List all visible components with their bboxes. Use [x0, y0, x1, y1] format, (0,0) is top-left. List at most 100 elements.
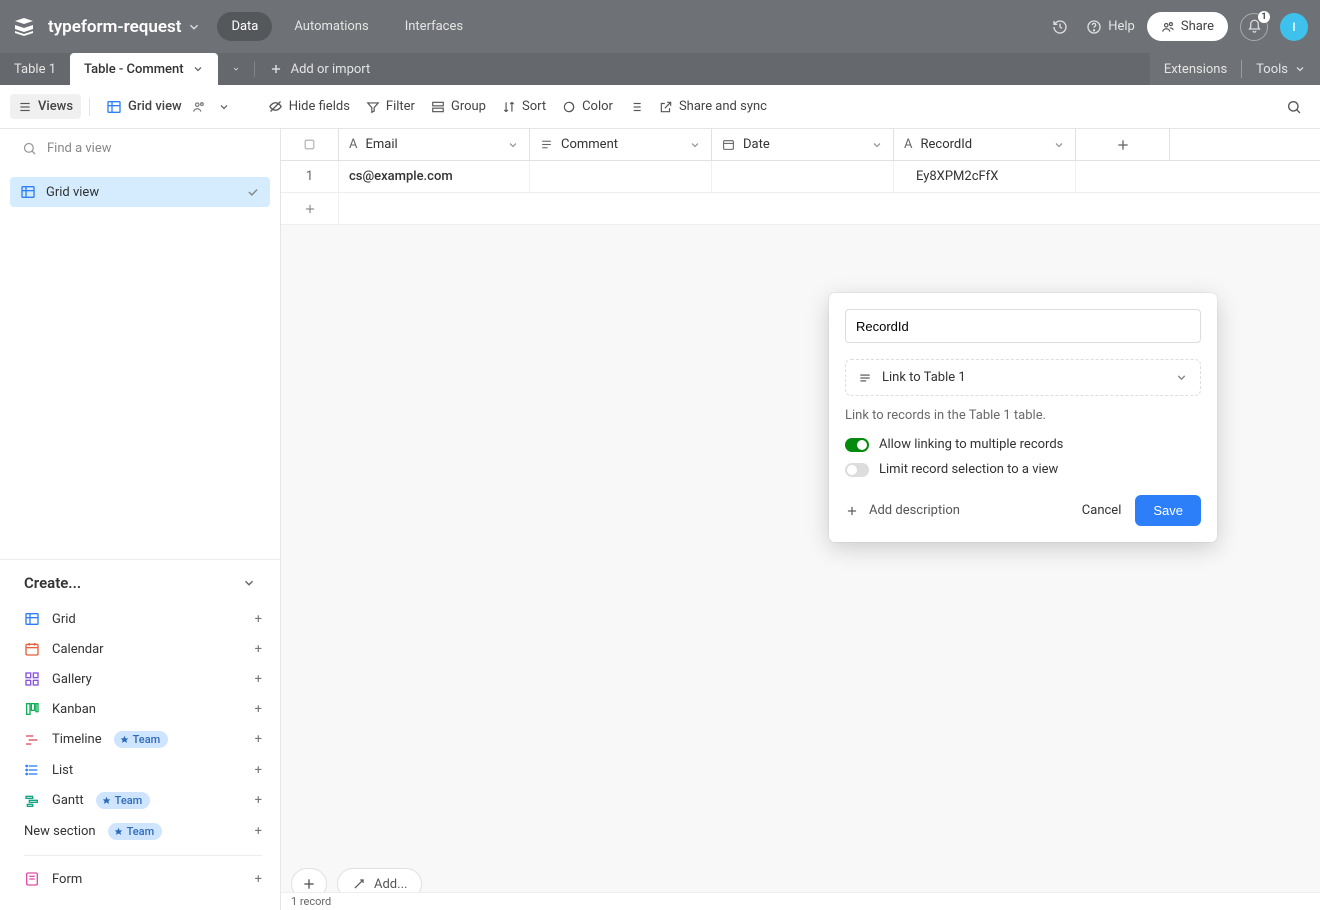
- row-height-button[interactable]: [621, 95, 651, 119]
- chevron-down-icon[interactable]: [871, 139, 883, 151]
- chevron-down-icon: [1175, 371, 1188, 384]
- add-column-button[interactable]: [1076, 129, 1170, 160]
- field-type-select[interactable]: Link to Table 1: [845, 359, 1201, 396]
- kanban-icon: [24, 701, 40, 717]
- gantt-icon: [24, 793, 40, 809]
- select-all-checkbox[interactable]: [281, 129, 339, 160]
- create-calendar[interactable]: Calendar +: [22, 634, 264, 664]
- timeline-icon: [24, 732, 40, 748]
- team-badge: Team: [96, 792, 151, 809]
- field-name-input[interactable]: [845, 309, 1201, 343]
- grid-area: A Email Comment Date A RecordId: [281, 129, 1320, 910]
- link-icon: [858, 371, 872, 385]
- nav-data[interactable]: Data: [217, 12, 272, 41]
- calendar-icon: [24, 641, 40, 657]
- sort-button[interactable]: Sort: [494, 94, 554, 119]
- color-button[interactable]: Color: [554, 94, 621, 119]
- plus-icon: [281, 193, 339, 224]
- base-name-chevron-icon[interactable]: [187, 20, 201, 34]
- column-header-recordid[interactable]: A RecordId: [894, 129, 1076, 160]
- create-gantt[interactable]: Gantt Team +: [22, 785, 264, 816]
- chevron-down-icon: [242, 576, 256, 590]
- chevron-down-icon[interactable]: [192, 63, 204, 75]
- help-button[interactable]: Help: [1086, 19, 1135, 35]
- field-hint: Link to records in the Table 1 table.: [845, 408, 1201, 423]
- base-name[interactable]: typeform-request: [48, 17, 181, 37]
- plus-icon[interactable]: +: [255, 732, 262, 747]
- table-tab-more[interactable]: [218, 53, 254, 85]
- cell-comment[interactable]: [530, 161, 712, 192]
- view-item-grid-view[interactable]: Grid view: [10, 177, 270, 207]
- grid-icon: [106, 99, 122, 115]
- plus-icon[interactable]: +: [255, 872, 262, 887]
- tools-button[interactable]: Tools: [1242, 62, 1320, 77]
- cell-recordid[interactable]: Ey8XPM2cFfX: [894, 161, 1076, 192]
- longtext-field-icon: [540, 138, 553, 151]
- find-view-input[interactable]: Find a view: [0, 129, 280, 169]
- cell-date[interactable]: [712, 161, 894, 192]
- create-section-header[interactable]: Create...: [0, 559, 280, 600]
- avatar[interactable]: I: [1280, 13, 1308, 41]
- column-header-date[interactable]: Date: [712, 129, 894, 160]
- create-grid[interactable]: Grid +: [22, 604, 264, 634]
- toggle-switch[interactable]: [845, 463, 869, 477]
- plus-icon[interactable]: +: [255, 763, 262, 778]
- plus-icon[interactable]: +: [255, 824, 262, 839]
- table-row[interactable]: 1 cs@example.com Ey8XPM2cFfX: [281, 161, 1320, 193]
- top-right: Help Share 1 I: [1046, 12, 1308, 41]
- chevron-down-icon[interactable]: [1053, 139, 1065, 151]
- share-button[interactable]: Share: [1147, 12, 1228, 41]
- create-list[interactable]: List +: [22, 755, 264, 785]
- create-new-section[interactable]: New section Team +: [22, 816, 264, 847]
- table-tab-comment[interactable]: Table - Comment: [70, 53, 218, 85]
- add-row[interactable]: [281, 193, 1320, 225]
- toggle-switch[interactable]: [845, 438, 869, 452]
- chevron-down-icon[interactable]: [689, 139, 701, 151]
- table-tab-table1[interactable]: Table 1: [0, 53, 70, 85]
- current-view-button[interactable]: Grid view: [98, 94, 238, 120]
- views-button[interactable]: Views: [10, 94, 81, 119]
- grid-header-row: A Email Comment Date A RecordId: [281, 129, 1320, 161]
- form-icon: [24, 871, 40, 887]
- search-icon: [22, 141, 37, 156]
- text-field-icon: A: [349, 137, 357, 152]
- cancel-button[interactable]: Cancel: [1068, 495, 1136, 526]
- gallery-icon: [24, 671, 40, 687]
- add-description-button[interactable]: Add description: [845, 503, 960, 518]
- history-icon[interactable]: [1046, 13, 1074, 41]
- group-button[interactable]: Group: [423, 94, 494, 119]
- grid-icon: [20, 184, 36, 200]
- team-badge: Team: [108, 823, 163, 840]
- top-nav: Data Automations Interfaces: [217, 12, 477, 41]
- airtable-logo-icon: [12, 15, 36, 39]
- grid-icon: [24, 611, 40, 627]
- plus-icon[interactable]: +: [255, 672, 262, 687]
- plus-icon[interactable]: +: [255, 793, 262, 808]
- create-kanban[interactable]: Kanban +: [22, 694, 264, 724]
- column-header-comment[interactable]: Comment: [530, 129, 712, 160]
- add-or-import-button[interactable]: Add or import: [255, 53, 385, 85]
- create-timeline[interactable]: Timeline Team +: [22, 724, 264, 755]
- nav-interfaces[interactable]: Interfaces: [391, 12, 477, 41]
- plus-icon[interactable]: +: [255, 642, 262, 657]
- chevron-down-icon[interactable]: [507, 139, 519, 151]
- extensions-button[interactable]: Extensions: [1150, 62, 1241, 77]
- search-button[interactable]: [1278, 94, 1310, 120]
- plus-icon[interactable]: +: [255, 702, 262, 717]
- toggle-allow-multi[interactable]: Allow linking to multiple records: [845, 437, 1201, 452]
- hide-fields-button[interactable]: Hide fields: [260, 94, 358, 119]
- column-header-email[interactable]: A Email: [339, 129, 530, 160]
- notifications-button[interactable]: 1: [1240, 13, 1268, 41]
- top-bar: typeform-request Data Automations Interf…: [0, 0, 1320, 53]
- toggle-limit-view[interactable]: Limit record selection to a view: [845, 462, 1201, 477]
- plus-icon[interactable]: +: [255, 612, 262, 627]
- save-button[interactable]: Save: [1135, 495, 1201, 526]
- cell-email[interactable]: cs@example.com: [339, 161, 530, 192]
- list-icon: [24, 762, 40, 778]
- filter-button[interactable]: Filter: [358, 94, 423, 119]
- create-gallery[interactable]: Gallery +: [22, 664, 264, 694]
- create-form[interactable]: Form +: [22, 864, 264, 894]
- share-sync-button[interactable]: Share and sync: [651, 94, 775, 119]
- chevron-down-icon[interactable]: [218, 101, 230, 113]
- nav-automations[interactable]: Automations: [280, 12, 382, 41]
